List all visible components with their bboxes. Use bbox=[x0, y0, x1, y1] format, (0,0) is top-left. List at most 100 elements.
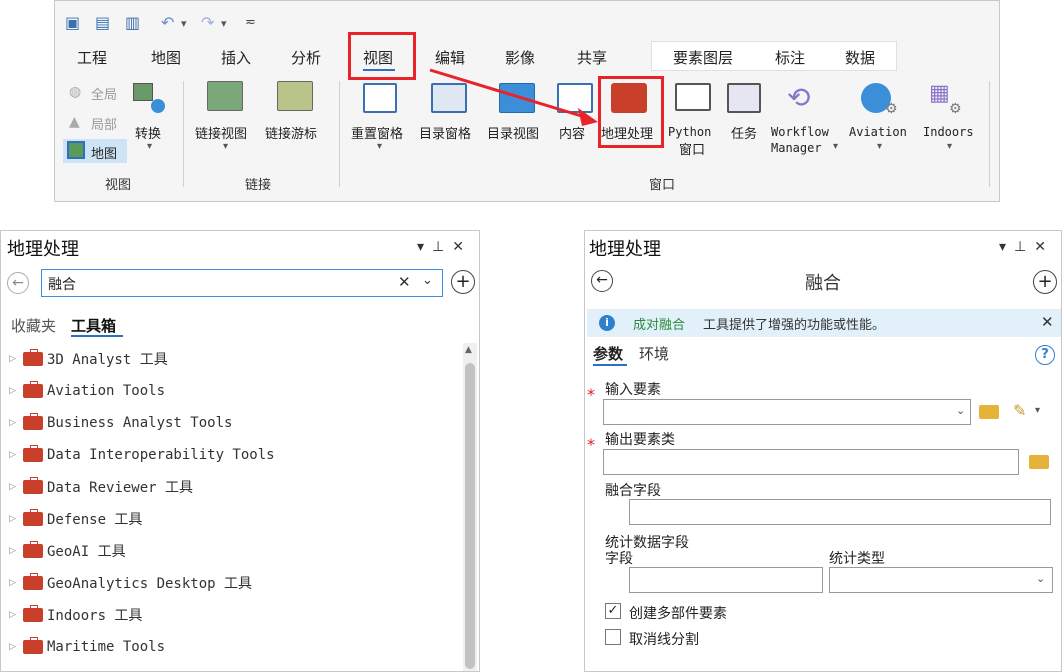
tree-item-business-analyst[interactable]: ▷ Business Analyst Tools bbox=[9, 413, 232, 433]
info-icon: i bbox=[599, 315, 615, 331]
new-project-icon[interactable]: ▣ bbox=[65, 13, 80, 32]
expand-icon[interactable]: ▷ bbox=[9, 578, 23, 588]
tab-data[interactable]: 数据 bbox=[845, 47, 875, 68]
convert-globe-icon bbox=[151, 99, 165, 113]
dissolve-field-input[interactable] bbox=[629, 499, 1051, 525]
pane-controls[interactable]: ▾⊥✕ bbox=[999, 239, 1054, 255]
tree-item-3d-analyst[interactable]: ▷ 3D Analyst 工具 bbox=[9, 349, 168, 369]
scroll-up-icon[interactable]: ▲ bbox=[465, 345, 472, 355]
add-icon[interactable]: + bbox=[1033, 270, 1057, 294]
active-tab-underline bbox=[593, 364, 627, 366]
highlight-view-tab bbox=[348, 32, 416, 80]
manager-label[interactable]: Manager bbox=[771, 141, 822, 155]
open-project-icon[interactable]: ▤ bbox=[95, 13, 110, 32]
tree-item-data-reviewer[interactable]: ▷ Data Reviewer 工具 bbox=[9, 477, 193, 497]
geoprocessing-pane-right: 地理处理 ▾⊥✕ ← 融合 + i 成对融合 工具提供了增强的功能或性能。 ✕ … bbox=[584, 230, 1062, 672]
input-features-field[interactable]: ⌄ bbox=[603, 399, 971, 425]
required-marker: * bbox=[587, 385, 595, 404]
undo-icon[interactable]: ↶ bbox=[161, 13, 174, 32]
link-cursor-button[interactable]: 链接游标 bbox=[265, 123, 317, 142]
close-banner-icon[interactable]: ✕ bbox=[1041, 313, 1054, 331]
convert-dropdown-icon[interactable]: ▾ bbox=[147, 141, 152, 152]
indoors-dropdown-icon[interactable]: ▾ bbox=[947, 141, 952, 152]
browse-folder-icon[interactable] bbox=[1029, 455, 1049, 469]
tab-parameters[interactable]: 参数 bbox=[593, 343, 623, 364]
unsplit-lines-checkbox[interactable] bbox=[605, 629, 621, 645]
save-project-icon[interactable]: ▥ bbox=[125, 13, 140, 32]
back-icon[interactable]: ← bbox=[7, 272, 29, 294]
expand-icon[interactable]: ▷ bbox=[9, 546, 23, 556]
link-views-button[interactable]: 链接视图 bbox=[195, 123, 247, 142]
pane-title: 地理处理 bbox=[589, 239, 661, 260]
expand-icon[interactable]: ▷ bbox=[9, 386, 23, 396]
sketch-pencil-icon[interactable]: ✎ bbox=[1013, 401, 1026, 420]
separator bbox=[339, 81, 340, 187]
expand-icon[interactable]: ▷ bbox=[9, 354, 23, 364]
statistic-type-select[interactable]: ⌄ bbox=[829, 567, 1053, 593]
tree-item-aviation[interactable]: ▷ Aviation Tools bbox=[9, 381, 165, 401]
clear-icon[interactable]: ✕ bbox=[398, 273, 411, 291]
back-icon[interactable]: ← bbox=[591, 270, 613, 292]
reset-panes-dropdown-icon[interactable]: ▾ bbox=[377, 141, 382, 152]
tab-favorites[interactable]: 收藏夹 bbox=[11, 315, 56, 336]
tab-environments[interactable]: 环境 bbox=[639, 343, 669, 364]
tab-map[interactable]: 地图 bbox=[151, 47, 181, 68]
sketch-dropdown-icon[interactable]: ▾ bbox=[1035, 405, 1040, 416]
map-icon bbox=[67, 141, 85, 159]
expand-icon[interactable]: ▷ bbox=[9, 514, 23, 524]
tree-item-defense[interactable]: ▷ Defense 工具 bbox=[9, 509, 142, 529]
undo-dropdown-icon[interactable]: ▾ bbox=[181, 17, 187, 30]
output-feature-class-field[interactable] bbox=[603, 449, 1019, 475]
tab-labeling[interactable]: 标注 bbox=[775, 47, 805, 68]
expand-icon[interactable]: ▷ bbox=[9, 482, 23, 492]
tab-toolboxes[interactable]: 工具箱 bbox=[71, 315, 116, 336]
chevron-down-icon[interactable]: ⌄ bbox=[956, 404, 965, 417]
output-feature-class-label: 输出要素类 bbox=[605, 432, 675, 448]
tasks-icon bbox=[727, 83, 761, 113]
browse-folder-icon[interactable] bbox=[979, 405, 999, 419]
workflow-dropdown-icon[interactable]: ▾ bbox=[833, 141, 838, 152]
tab-project[interactable]: 工程 bbox=[77, 47, 107, 68]
help-icon[interactable]: ? bbox=[1035, 345, 1055, 365]
group-label-view: 视图 bbox=[105, 178, 132, 193]
tree-item-geoanalytics-desktop[interactable]: ▷ GeoAnalytics Desktop 工具 bbox=[9, 573, 252, 593]
pairwise-dissolve-link[interactable]: 成对融合 bbox=[633, 314, 685, 333]
tab-feature-layer[interactable]: 要素图层 bbox=[673, 47, 733, 68]
convert-button[interactable]: 转换 bbox=[135, 123, 161, 142]
redo-icon[interactable]: ↷ bbox=[201, 13, 214, 32]
python-window-label[interactable]: Python bbox=[668, 125, 711, 139]
tasks-button[interactable]: 任务 bbox=[731, 123, 757, 142]
multipart-checkbox[interactable]: ✓ bbox=[605, 603, 621, 619]
pane-controls[interactable]: ▾⊥✕ bbox=[417, 239, 472, 255]
add-icon[interactable]: + bbox=[451, 270, 475, 294]
statistics-field-input[interactable] bbox=[629, 567, 823, 593]
window-label[interactable]: 窗口 bbox=[679, 139, 705, 158]
search-input[interactable]: 融合 ✕ ⌄ bbox=[41, 269, 443, 297]
map-button[interactable]: 地图 bbox=[91, 143, 117, 162]
link-views-dropdown-icon[interactable]: ▾ bbox=[223, 141, 228, 152]
tab-insert[interactable]: 插入 bbox=[221, 47, 251, 68]
expand-icon[interactable]: ▷ bbox=[9, 642, 23, 652]
local-button[interactable]: 局部 bbox=[91, 114, 117, 133]
workflow-label[interactable]: Workflow bbox=[771, 125, 829, 139]
dissolve-field-label: 融合字段 bbox=[605, 483, 661, 499]
aviation-dropdown-icon[interactable]: ▾ bbox=[877, 141, 882, 152]
tree-item-indoors[interactable]: ▷ Indoors 工具 bbox=[9, 605, 142, 625]
reset-panes-button[interactable]: 重置窗格 bbox=[351, 123, 403, 142]
aviation-button[interactable]: Aviation bbox=[849, 125, 907, 139]
tab-analysis[interactable]: 分析 bbox=[291, 47, 321, 68]
customize-qat-icon[interactable]: ≂ bbox=[245, 15, 256, 30]
expand-icon[interactable]: ▷ bbox=[9, 450, 23, 460]
chevron-down-icon[interactable]: ⌄ bbox=[1036, 572, 1045, 585]
redo-dropdown-icon[interactable]: ▾ bbox=[221, 17, 227, 30]
global-button[interactable]: 全局 bbox=[91, 84, 117, 103]
tree-item-data-interoperability[interactable]: ▷ Data Interoperability Tools bbox=[9, 445, 275, 465]
expand-icon[interactable]: ▷ bbox=[9, 610, 23, 620]
scrollbar-thumb[interactable] bbox=[465, 363, 475, 669]
indoors-button[interactable]: Indoors bbox=[923, 125, 974, 139]
tree-item-geoai[interactable]: ▷ GeoAI 工具 bbox=[9, 541, 126, 561]
chevron-down-icon[interactable]: ⌄ bbox=[422, 273, 433, 288]
toolbox-icon bbox=[23, 413, 43, 430]
tree-item-maritime[interactable]: ▷ Maritime Tools bbox=[9, 637, 165, 657]
expand-icon[interactable]: ▷ bbox=[9, 418, 23, 428]
